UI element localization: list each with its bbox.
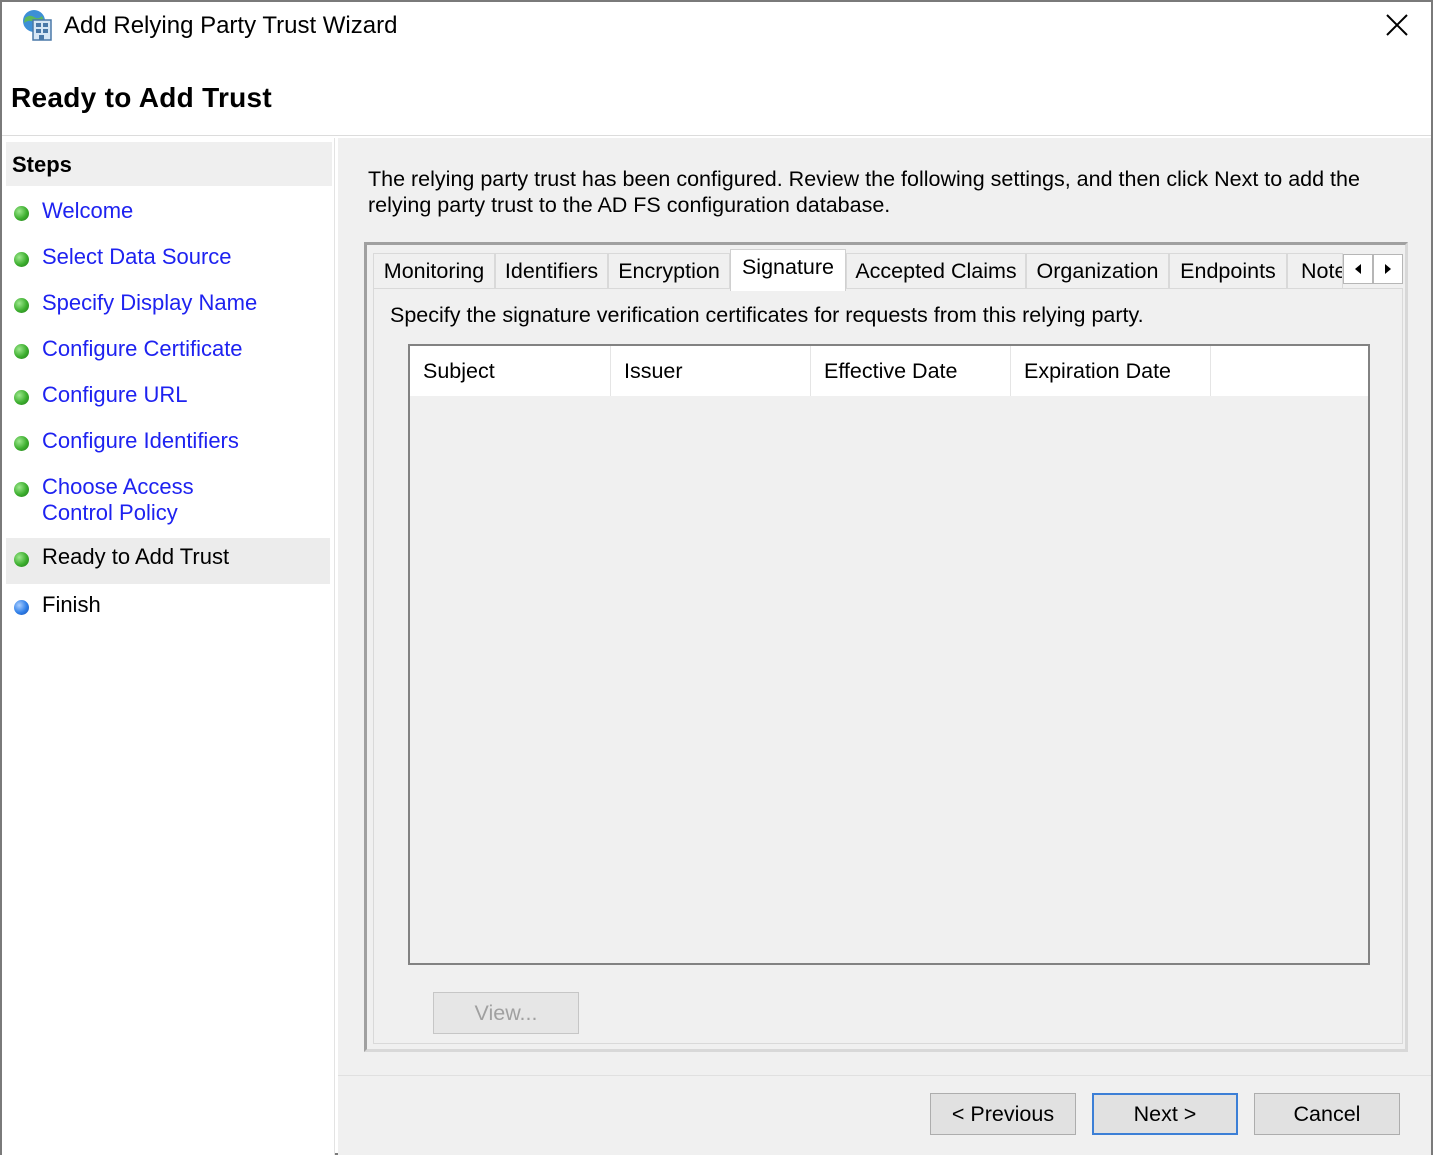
step-ready-to-add-trust: Ready to Add Trust	[6, 538, 330, 584]
step-configure-url[interactable]: Configure URL	[6, 380, 330, 408]
step-select-data-source[interactable]: Select Data Source	[6, 242, 330, 270]
step-label[interactable]: Choose Access Control Policy	[42, 472, 266, 526]
column-effective-date[interactable]: Effective Date	[811, 346, 1011, 396]
adfs-app-icon	[20, 8, 54, 42]
page-header: Ready to Add Trust	[2, 52, 1431, 136]
step-configure-identifiers[interactable]: Configure Identifiers	[6, 426, 330, 454]
step-label[interactable]: Configure URL	[42, 380, 188, 408]
tab-strip: Monitoring Identifiers Encryption Signat…	[373, 249, 1403, 291]
step-label[interactable]: Specify Display Name	[42, 288, 257, 316]
next-button[interactable]: Next >	[1092, 1093, 1238, 1135]
completed-status-icon	[14, 552, 29, 567]
signature-description: Specify the signature verification certi…	[390, 303, 1144, 327]
view-certificate-button[interactable]: View...	[433, 992, 579, 1034]
step-welcome[interactable]: Welcome	[6, 196, 330, 224]
previous-button[interactable]: < Previous	[930, 1093, 1076, 1135]
content-pane: The relying party trust has been configu…	[338, 138, 1431, 1075]
tab-accepted-claims[interactable]: Accepted Claims	[846, 253, 1026, 289]
completed-status-icon	[14, 482, 29, 497]
tab-monitoring[interactable]: Monitoring	[373, 253, 495, 289]
triangle-left-icon	[1355, 264, 1361, 274]
completed-status-icon	[14, 298, 29, 313]
tab-encryption[interactable]: Encryption	[608, 253, 730, 289]
step-label[interactable]: Select Data Source	[42, 242, 232, 270]
step-finish: Finish	[6, 590, 330, 618]
close-button[interactable]	[1377, 8, 1417, 42]
tab-scroll-right-button[interactable]	[1373, 254, 1403, 284]
tab-endpoints[interactable]: Endpoints	[1169, 253, 1287, 289]
signature-tab-page: Specify the signature verification certi…	[373, 288, 1403, 1044]
close-icon	[1386, 14, 1408, 36]
window-title: Add Relying Party Trust Wizard	[64, 12, 398, 39]
step-choose-access-control-policy[interactable]: Choose Access Control Policy	[6, 472, 266, 526]
steps-pane: Steps Welcome Select Data Source Specify…	[2, 138, 335, 1155]
tab-organization[interactable]: Organization	[1026, 253, 1169, 289]
completed-status-icon	[14, 206, 29, 221]
steps-header: Steps	[6, 142, 332, 186]
certificate-list-header: Subject Issuer Effective Date Expiration…	[410, 346, 1368, 396]
column-expiration-date[interactable]: Expiration Date	[1011, 346, 1211, 396]
step-label: Ready to Add Trust	[42, 544, 230, 569]
triangle-right-icon	[1385, 264, 1391, 274]
column-issuer[interactable]: Issuer	[611, 346, 811, 396]
completed-status-icon	[14, 252, 29, 267]
page-title: Ready to Add Trust	[11, 82, 273, 113]
settings-tab-control: Monitoring Identifiers Encryption Signat…	[364, 242, 1408, 1052]
column-subject[interactable]: Subject	[410, 346, 611, 396]
title-bar: Add Relying Party Trust Wizard	[2, 2, 1431, 52]
cancel-button[interactable]: Cancel	[1254, 1093, 1400, 1135]
completed-status-icon	[14, 436, 29, 451]
step-label[interactable]: Welcome	[42, 196, 133, 224]
wizard-footer: < Previous Next > Cancel	[338, 1076, 1431, 1155]
tab-notes[interactable]: Note	[1287, 253, 1343, 289]
wizard-window: Add Relying Party Trust Wizard Ready to …	[0, 0, 1433, 1155]
step-specify-display-name[interactable]: Specify Display Name	[6, 288, 330, 316]
step-configure-certificate[interactable]: Configure Certificate	[6, 334, 330, 362]
step-label[interactable]: Configure Certificate	[42, 334, 243, 362]
steps-title: Steps	[12, 152, 72, 177]
tab-scroll-left-button[interactable]	[1343, 254, 1373, 284]
step-label[interactable]: Configure Identifiers	[42, 426, 239, 454]
tab-signature[interactable]: Signature	[730, 249, 846, 291]
step-label: Finish	[42, 592, 101, 617]
completed-status-icon	[14, 390, 29, 405]
tab-identifiers[interactable]: Identifiers	[495, 253, 608, 289]
pending-status-icon	[14, 600, 29, 615]
intro-text: The relying party trust has been configu…	[368, 167, 1360, 217]
completed-status-icon	[14, 344, 29, 359]
certificate-list[interactable]: Subject Issuer Effective Date Expiration…	[408, 344, 1370, 965]
